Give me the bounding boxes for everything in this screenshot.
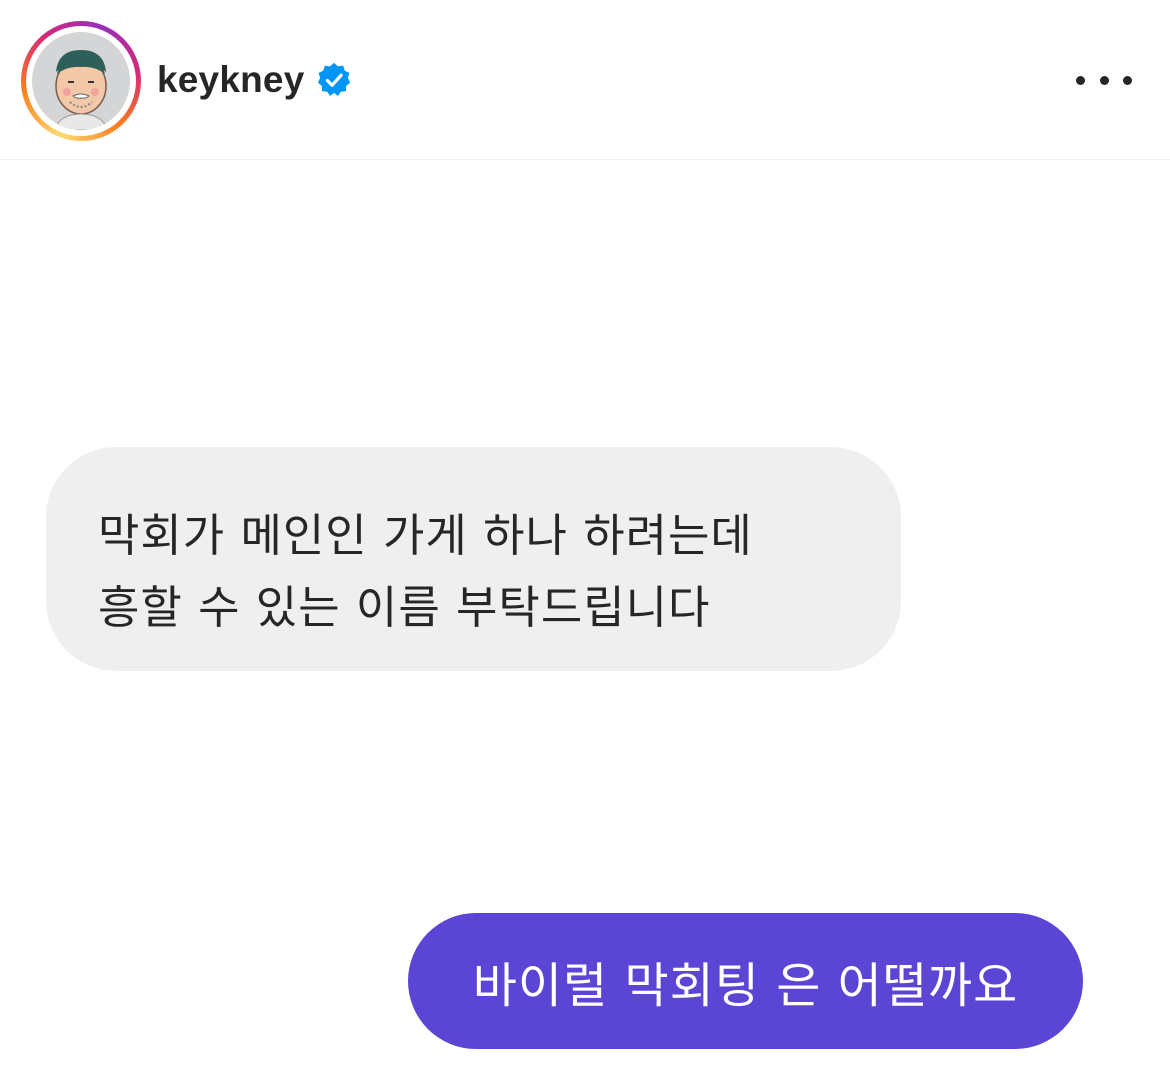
post-header: keykney — [0, 0, 1170, 160]
incoming-message-line: 막회가 메인인 가게 하나 하려는데 — [98, 509, 753, 562]
more-dot — [1123, 75, 1132, 85]
more-horizontal-icon[interactable] — [1076, 64, 1132, 96]
story-ring[interactable] — [21, 21, 141, 141]
profile-avatar-illustration — [32, 32, 130, 130]
verified-badge-icon — [317, 62, 351, 96]
more-dot — [1076, 75, 1085, 85]
post-view: keykney 막회가 메인인 가게 하나 하려는데 흥할 수 있는 이름 부탁… — [0, 0, 1170, 1082]
more-dot — [1099, 75, 1109, 85]
avatar[interactable] — [32, 32, 130, 130]
outgoing-message-bubble: 바이럴 막회팅 은 어떨까요 — [408, 913, 1083, 1049]
incoming-message-line: 흥할 수 있는 이름 부탁드립니다 — [98, 581, 711, 634]
username[interactable]: keykney — [157, 58, 304, 102]
avatar-gap — [26, 26, 136, 136]
incoming-message-bubble: 막회가 메인인 가게 하나 하려는데 흥할 수 있는 이름 부탁드립니다 — [46, 447, 901, 671]
outgoing-message-text: 바이럴 막회팅 은 어떨까요 — [472, 958, 1019, 1014]
